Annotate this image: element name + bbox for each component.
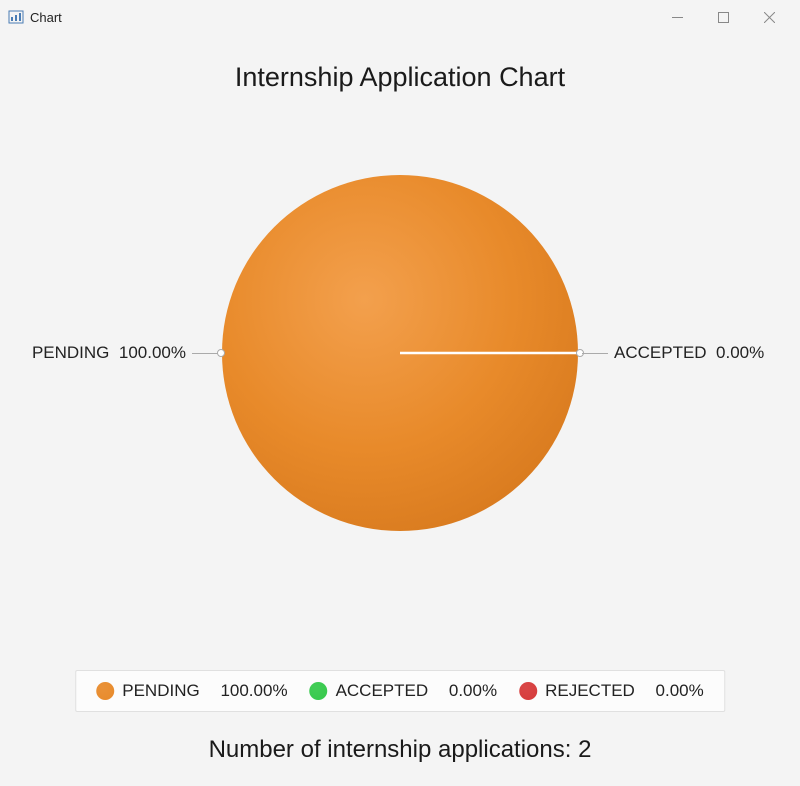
legend-swatch-accepted [310, 682, 328, 700]
callout-accepted-label: ACCEPTED [614, 343, 707, 362]
legend-percent-pending: 100.00% [220, 681, 287, 701]
callout-accepted: ACCEPTED 0.00% [614, 343, 764, 363]
legend-label-rejected: REJECTED [545, 681, 635, 701]
legend-item-accepted: ACCEPTED 0.00% [310, 681, 498, 701]
footer-text: Number of internship applications: 2 [209, 736, 592, 764]
close-button[interactable] [746, 1, 792, 33]
chart-title: Internship Application Chart [0, 62, 800, 93]
minimize-button[interactable] [654, 1, 700, 33]
callout-pending-label: PENDING [32, 343, 109, 362]
legend-item-pending: PENDING 100.00% [96, 681, 287, 701]
legend-label-accepted: ACCEPTED [336, 681, 429, 701]
app-icon [8, 9, 24, 25]
chart-area: PENDING 100.00% ACCEPTED 0.00% [0, 93, 800, 613]
pie-chart [220, 173, 580, 533]
callout-line-left [192, 353, 218, 354]
callout-pending: PENDING 100.00% [32, 343, 186, 363]
maximize-button[interactable] [700, 1, 746, 33]
legend-percent-rejected: 0.00% [656, 681, 704, 701]
legend: PENDING 100.00% ACCEPTED 0.00% REJECTED … [75, 670, 725, 712]
legend-item-rejected: REJECTED 0.00% [519, 681, 704, 701]
callout-pending-percent: 100.00% [119, 343, 186, 362]
legend-percent-accepted: 0.00% [449, 681, 497, 701]
callout-dot-left [217, 349, 225, 357]
legend-label-pending: PENDING [122, 681, 199, 701]
callout-line-right [582, 353, 608, 354]
window-content: Internship Application Chart PENDING 100… [0, 62, 800, 786]
callout-accepted-percent: 0.00% [716, 343, 764, 362]
titlebar: Chart [0, 0, 800, 34]
window-title: Chart [30, 10, 62, 25]
legend-swatch-pending [96, 682, 114, 700]
legend-swatch-rejected [519, 682, 537, 700]
